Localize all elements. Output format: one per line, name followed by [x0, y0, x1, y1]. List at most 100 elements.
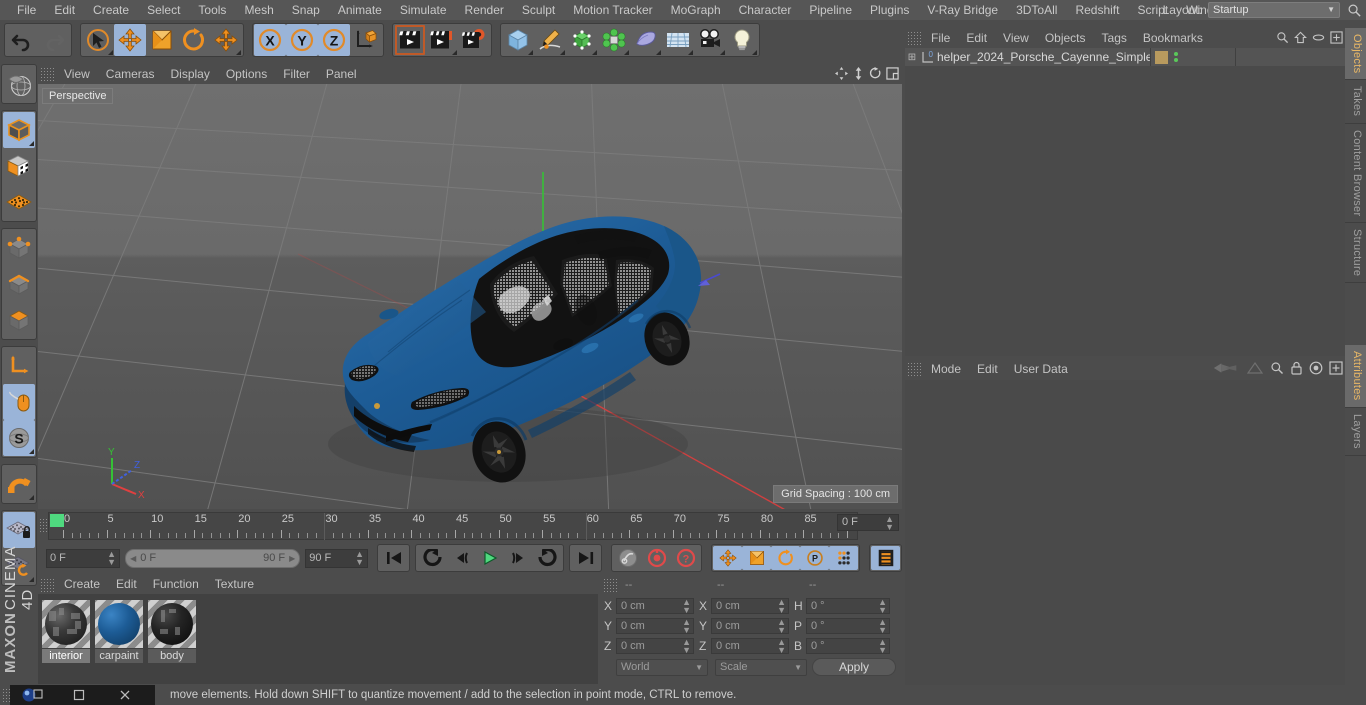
move-tool[interactable]	[114, 24, 146, 56]
attributes-menu-edit[interactable]: Edit	[969, 358, 1006, 380]
add-light-button[interactable]	[726, 24, 758, 56]
coord-system-select[interactable]: World ▼	[616, 658, 708, 676]
object-menu-bookmarks[interactable]: Bookmarks	[1135, 28, 1211, 48]
visibility-dots[interactable]	[1174, 52, 1178, 62]
add-panel-icon[interactable]	[1329, 361, 1343, 375]
add-panel-icon[interactable]	[1330, 31, 1343, 44]
timeline-playhead[interactable]	[50, 514, 64, 527]
add-spline-button[interactable]	[534, 24, 566, 56]
undo-button[interactable]	[6, 24, 38, 56]
menu-render[interactable]: Render	[456, 0, 513, 20]
edges-mode-button[interactable]	[3, 266, 35, 302]
render-view-button[interactable]	[394, 24, 426, 56]
material-tag-icon[interactable]	[1155, 50, 1168, 64]
menu-mograph[interactable]: MoGraph	[662, 0, 730, 20]
material-menu-function[interactable]: Function	[145, 575, 207, 594]
menu-sculpt[interactable]: Sculpt	[513, 0, 564, 20]
tab-content-browser[interactable]: Content Browser	[1345, 123, 1366, 224]
taskbar-close-button[interactable]	[102, 685, 148, 705]
menu-snap[interactable]: Snap	[283, 0, 329, 20]
timeline-frame-field[interactable]: 0 F ▲ ▼	[837, 514, 899, 531]
stepper-icon[interactable]: ▲ ▼	[878, 598, 887, 615]
layout-select[interactable]: Startup ▼	[1208, 2, 1340, 18]
model-mode-button[interactable]	[3, 112, 35, 148]
transform-mode-select[interactable]: Scale ▼	[715, 658, 807, 676]
material-menu-create[interactable]: Create	[56, 575, 108, 594]
stepper-icon[interactable]: ▲ ▼	[107, 550, 116, 567]
menu-character[interactable]: Character	[730, 0, 801, 20]
rotate-tool[interactable]	[178, 24, 210, 56]
menu-3dtoall[interactable]: 3DToAll	[1007, 0, 1066, 20]
car-model-porsche-cayenne[interactable]	[38, 84, 902, 509]
go-to-start-button[interactable]	[379, 546, 408, 570]
record-rotation-button[interactable]	[771, 546, 801, 570]
add-mograph-button[interactable]	[598, 24, 630, 56]
menu-pipeline[interactable]: Pipeline	[800, 0, 861, 20]
stepper-icon[interactable]: ▲ ▼	[682, 618, 691, 635]
render-to-picture-viewer-button[interactable]	[426, 24, 458, 56]
apply-button[interactable]: Apply	[812, 658, 896, 676]
menu-simulate[interactable]: Simulate	[391, 0, 456, 20]
add-cube-button[interactable]	[502, 24, 534, 56]
previous-keyframe-button[interactable]	[417, 546, 446, 570]
next-keyframe-button[interactable]	[533, 546, 562, 570]
soft-selection-button[interactable]: S	[3, 420, 35, 456]
record-scale-button[interactable]	[742, 546, 772, 570]
material-menu-edit[interactable]: Edit	[108, 575, 145, 594]
menu-animate[interactable]: Animate	[329, 0, 391, 20]
stepper-icon[interactable]: ▲ ▼	[682, 598, 691, 615]
autokeying-button[interactable]	[613, 546, 642, 570]
object-menu-tags[interactable]: Tags	[1094, 28, 1135, 48]
render-visibility-dot[interactable]	[1174, 58, 1178, 62]
live-selection-tool[interactable]	[82, 24, 114, 56]
menu-create[interactable]: Create	[84, 0, 138, 20]
texture-mode-button[interactable]	[3, 148, 35, 184]
range-left-arrow-icon[interactable]: ◀	[130, 554, 136, 563]
menu-vray-bridge[interactable]: V-Ray Bridge	[918, 0, 1007, 20]
toggle-layout-icon[interactable]	[886, 67, 899, 80]
menu-plugins[interactable]: Plugins	[861, 0, 918, 20]
menu-file[interactable]: File	[8, 0, 45, 20]
coord-field-pos-z[interactable]: 0 cm ▲ ▼	[616, 638, 694, 655]
lock-icon[interactable]	[1290, 361, 1303, 375]
tab-attributes[interactable]: Attributes	[1345, 345, 1366, 408]
material-grip-icon[interactable]	[40, 577, 54, 592]
search-icon[interactable]	[1270, 361, 1284, 375]
step-back-button[interactable]	[446, 546, 475, 570]
material-item-interior[interactable]: interior	[42, 600, 90, 684]
record-point-level-button[interactable]	[829, 546, 859, 570]
rotate-viewport-icon[interactable]	[869, 67, 882, 80]
attributes-menu-mode[interactable]: Mode	[923, 358, 969, 380]
add-generator-button[interactable]	[566, 24, 598, 56]
add-camera-button[interactable]	[694, 24, 726, 56]
stepper-icon[interactable]: ▲ ▼	[777, 618, 786, 635]
object-menu-file[interactable]: File	[923, 28, 958, 48]
menu-edit[interactable]: Edit	[45, 0, 84, 20]
stepper-icon[interactable]: ▲ ▼	[355, 550, 364, 567]
polygons-mode-button[interactable]	[3, 302, 35, 338]
viewport-menu-options[interactable]: Options	[218, 64, 275, 84]
nav-forward-icon[interactable]	[1246, 361, 1264, 375]
panel-grip-icon[interactable]	[40, 67, 54, 81]
max-frame-field[interactable]: 90 F ▲ ▼	[305, 548, 369, 568]
tab-objects[interactable]: Objects	[1345, 28, 1366, 81]
keyframe-selection-button[interactable]: ?	[671, 546, 700, 570]
target-icon[interactable]	[1309, 361, 1323, 375]
viewport-menu-panel[interactable]: Panel	[318, 64, 365, 84]
range-right-arrow-icon[interactable]: ▶	[289, 554, 295, 563]
play-button[interactable]	[475, 546, 504, 570]
viewport-menu-cameras[interactable]: Cameras	[98, 64, 163, 84]
go-to-end-button[interactable]	[571, 546, 600, 570]
edit-render-settings-button[interactable]	[458, 24, 490, 56]
stepper-icon[interactable]: ▲ ▼	[878, 638, 887, 655]
move-alt-tool[interactable]	[210, 24, 242, 56]
coordinates-grip-icon[interactable]	[603, 578, 617, 592]
world-object-coordinate-button[interactable]	[350, 24, 382, 56]
coord-field-pos-y[interactable]: 0 cm ▲ ▼	[616, 618, 694, 635]
editor-visibility-dot[interactable]	[1174, 52, 1178, 56]
make-editable-button[interactable]	[3, 66, 35, 102]
record-pla-button[interactable]: P	[800, 546, 830, 570]
taskbar-maximize-button[interactable]	[56, 685, 102, 705]
menu-tools[interactable]: Tools	[189, 0, 235, 20]
record-active-objects-button[interactable]	[642, 546, 671, 570]
